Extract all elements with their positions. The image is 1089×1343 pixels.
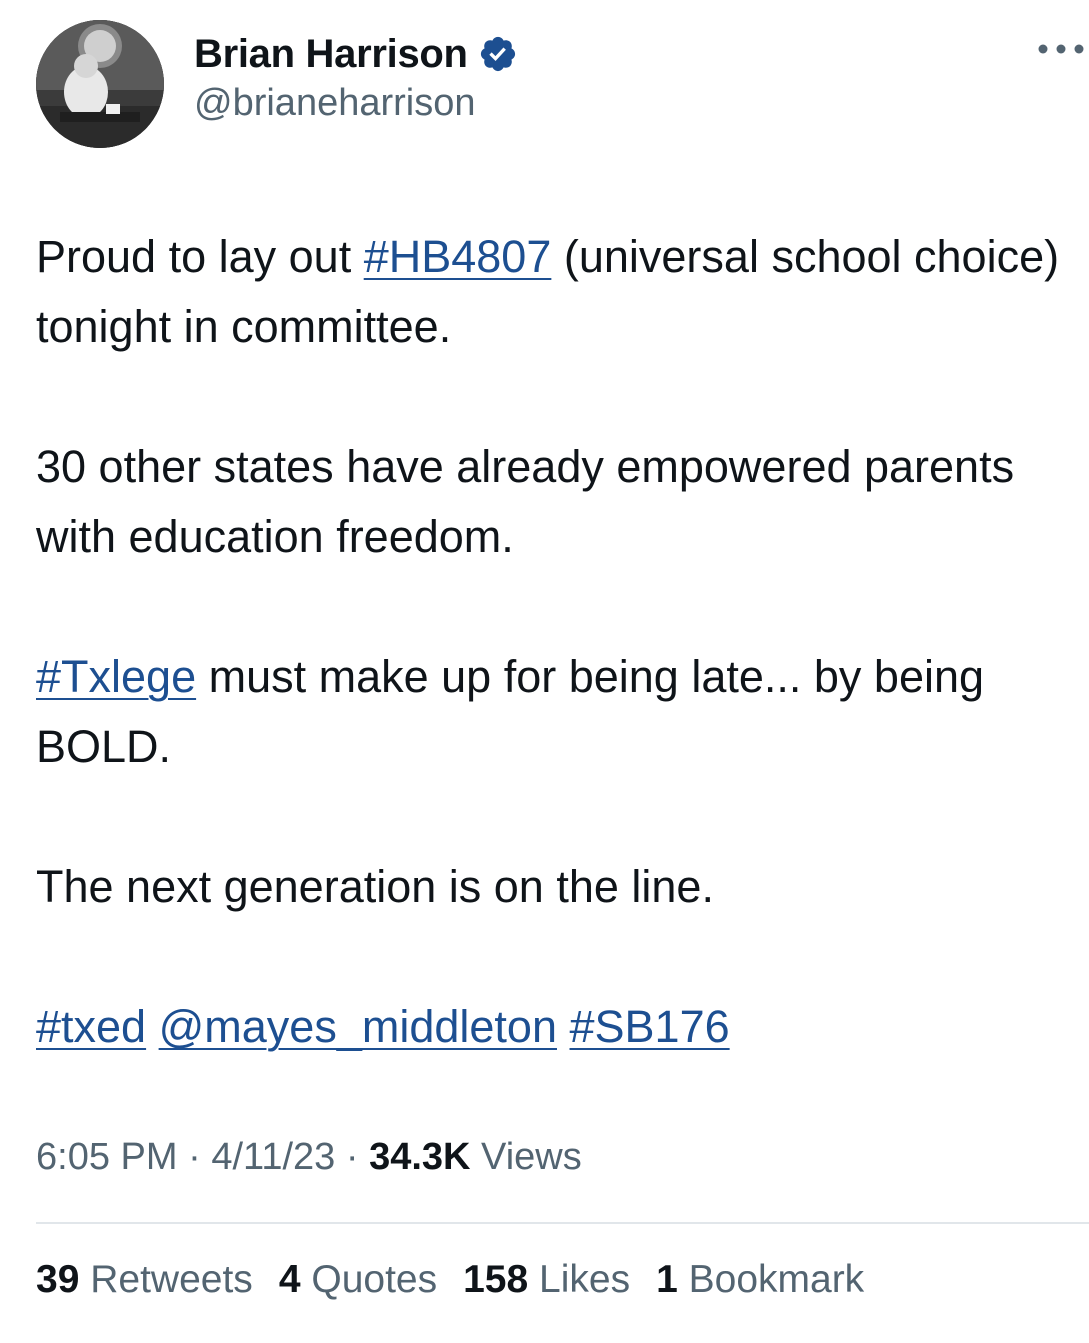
avatar[interactable] bbox=[36, 20, 164, 148]
more-options-icon[interactable] bbox=[1033, 34, 1089, 64]
bookmarks-stat[interactable]: 1 Bookmark bbox=[656, 1258, 864, 1302]
hashtag-link[interactable]: #Txlege bbox=[36, 651, 196, 702]
meta-separator: · bbox=[345, 1136, 359, 1178]
tweet-date[interactable]: 4/11/23 bbox=[211, 1136, 335, 1178]
author-handle[interactable]: @brianeharrison bbox=[194, 82, 518, 125]
avatar-photo bbox=[36, 20, 164, 148]
quotes-label: Quotes bbox=[311, 1258, 438, 1301]
tweet-meta: 6:05 PM · 4/11/23 · 34.3K Views bbox=[36, 1136, 582, 1179]
hashtag-link[interactable]: #HB4807 bbox=[364, 231, 552, 282]
hashtag-link[interactable]: #SB176 bbox=[570, 1001, 730, 1052]
divider bbox=[36, 1222, 1089, 1224]
likes-count: 158 bbox=[463, 1258, 529, 1301]
meta-separator: · bbox=[188, 1136, 201, 1178]
retweets-count: 39 bbox=[36, 1258, 80, 1301]
retweets-label: Retweets bbox=[90, 1258, 253, 1301]
tweet-paragraph-3: #Txlege must make up for being late... b… bbox=[36, 642, 1076, 782]
tweet-header: Brian Harrison @brianeharrison bbox=[36, 20, 1089, 150]
likes-label: Likes bbox=[539, 1258, 631, 1301]
likes-stat[interactable]: 158 Likes bbox=[463, 1258, 630, 1302]
name-row: Brian Harrison bbox=[194, 28, 518, 80]
display-name[interactable]: Brian Harrison bbox=[194, 32, 468, 77]
views-label: Views bbox=[481, 1136, 582, 1178]
bookmarks-count: 1 bbox=[656, 1258, 678, 1301]
hashtag-link[interactable]: #txed bbox=[36, 1001, 146, 1052]
tweet-time[interactable]: 6:05 PM bbox=[36, 1136, 178, 1178]
tweet-paragraph-5: #txed @mayes_middleton #SB176 bbox=[36, 992, 1076, 1062]
tweet-paragraph-1: Proud to lay out #HB4807 (universal scho… bbox=[36, 222, 1076, 362]
quotes-count: 4 bbox=[278, 1258, 301, 1301]
mention-link[interactable]: @mayes_middleton bbox=[159, 1001, 557, 1052]
quotes-stat[interactable]: 4 Quotes bbox=[279, 1258, 437, 1302]
bookmarks-label: Bookmark bbox=[688, 1258, 865, 1301]
views-count: 34.3K bbox=[369, 1136, 471, 1178]
tweet-text-segment: Proud to lay out bbox=[36, 231, 364, 282]
author-info: Brian Harrison @brianeharrison bbox=[194, 28, 518, 125]
verified-badge-icon[interactable] bbox=[478, 34, 518, 74]
tweet-paragraph-4: The next generation is on the line. bbox=[36, 861, 714, 912]
engagement-stats: 39 Retweets 4 Quotes 158 Likes 1 Bookmar… bbox=[36, 1258, 864, 1302]
tweet-text: Proud to lay out #HB4807 (universal scho… bbox=[36, 222, 1076, 1062]
retweets-stat[interactable]: 39 Retweets bbox=[36, 1258, 253, 1302]
tweet-paragraph-2: 30 other states have already empowered p… bbox=[36, 441, 1015, 562]
